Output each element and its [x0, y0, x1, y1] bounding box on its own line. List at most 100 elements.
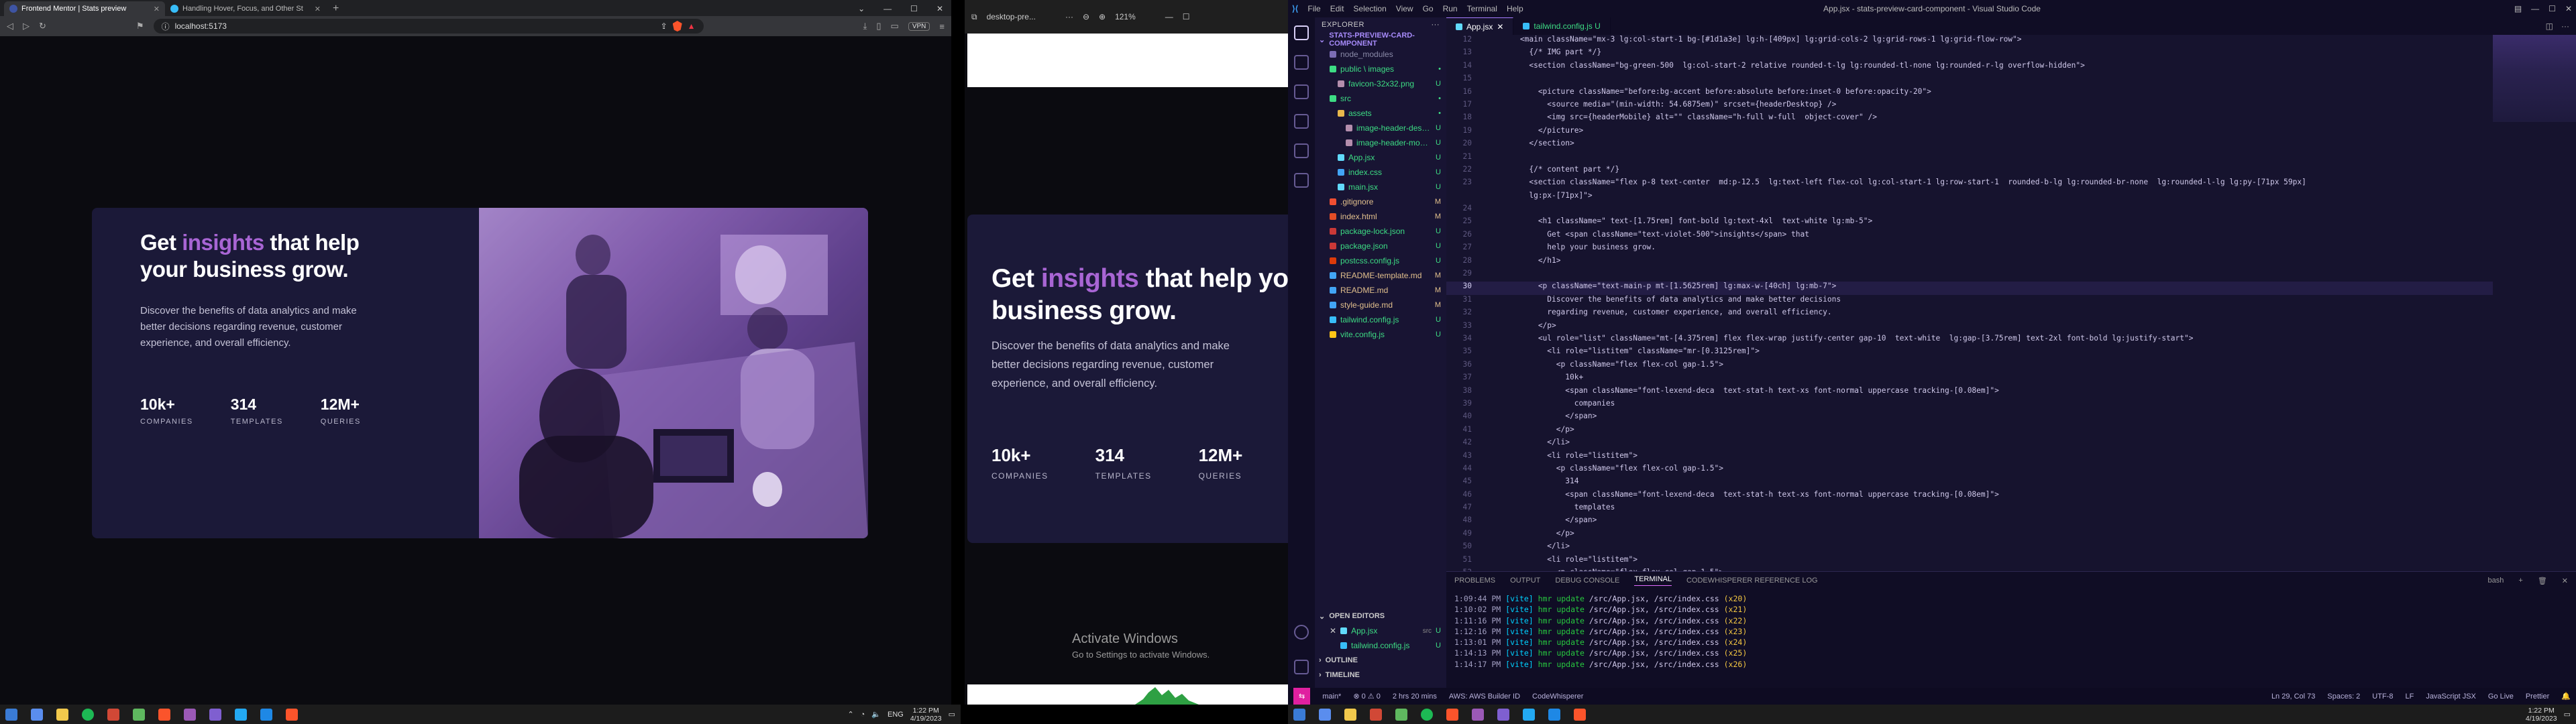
code-line[interactable]: lg:px-[71px]"> — [1446, 191, 2493, 204]
tree-item[interactable]: index.css U — [1315, 165, 1446, 180]
code-editor[interactable]: 12 <main className="mx-3 lg:col-start-1 … — [1446, 35, 2493, 571]
bell-icon[interactable]: 🔔 — [2561, 692, 2571, 701]
search-icon[interactable] — [1294, 55, 1309, 70]
tree-item[interactable]: style-guide.md M — [1315, 298, 1446, 312]
tree-item[interactable]: node_modules — [1315, 47, 1446, 62]
close-window-icon[interactable]: ✕ — [2565, 4, 2572, 13]
bookmark-icon[interactable]: ⚑ — [136, 21, 144, 32]
windows-start-icon[interactable] — [5, 708, 17, 721]
app-icon[interactable] — [133, 708, 145, 721]
spotify-icon[interactable] — [1421, 708, 1433, 721]
minimize-icon[interactable]: — — [883, 4, 892, 13]
close-icon[interactable]: ✕ — [154, 5, 160, 13]
minimap[interactable] — [2493, 35, 2576, 122]
code-line[interactable]: 48 </span> — [1446, 516, 2493, 528]
brave-rewards-icon[interactable]: ▲ — [688, 21, 696, 31]
panel-tab-debug-console[interactable]: DEBUG CONSOLE — [1555, 577, 1619, 585]
code-line[interactable]: 31 Discover the benefits of data analyti… — [1446, 295, 2493, 308]
notifications-icon[interactable]: ▭ — [949, 710, 955, 719]
panel-tab-terminal[interactable]: TERMINAL — [1634, 575, 1672, 586]
remote-explorer-icon[interactable] — [1294, 173, 1309, 188]
close-icon[interactable]: ✕ — [1497, 22, 1503, 32]
minimize-icon[interactable]: — — [2531, 4, 2539, 13]
code-line[interactable]: 43 <li role="listitem"> — [1446, 451, 2493, 464]
vpn-button[interactable]: VPN — [908, 21, 930, 31]
status-eol[interactable]: LF — [2405, 692, 2414, 701]
code-line[interactable]: 45 314 — [1446, 477, 2493, 489]
app-icon[interactable] — [1548, 708, 1560, 721]
panel-tab-problems[interactable]: PROBLEMS — [1454, 577, 1495, 585]
code-line[interactable]: 27 help your business grow. — [1446, 243, 2493, 255]
tree-item[interactable]: package.json U — [1315, 239, 1446, 253]
status-encoding[interactable]: UTF-8 — [2372, 692, 2393, 701]
chevron-down-icon[interactable]: ⌄ — [858, 4, 865, 13]
code-line[interactable]: 42 </li> — [1446, 438, 2493, 450]
status-indent[interactable]: Spaces: 2 — [2327, 692, 2360, 701]
code-line[interactable]: 35 <li role="listitem" className="mr-[0.… — [1446, 347, 2493, 359]
app-icon[interactable] — [1395, 708, 1407, 721]
tab-app-jsx[interactable]: App.jsx ✕ — [1446, 17, 1514, 35]
zoom-in-icon[interactable]: ⊕ — [1099, 12, 1106, 21]
code-line[interactable]: 16 <picture className="before:bg-accent … — [1446, 87, 2493, 100]
sidebar-icon[interactable]: ▯ — [876, 21, 881, 32]
code-line[interactable]: 15 — [1446, 74, 2493, 86]
code-line[interactable]: 23 <section className="flex p-8 text-cen… — [1446, 178, 2493, 190]
volume-icon[interactable]: 🔈 — [871, 710, 881, 719]
open-editors-section[interactable]: ⌄ OPEN EDITORS — [1315, 609, 1446, 623]
tree-item[interactable]: README-template.md M — [1315, 268, 1446, 283]
tree-item[interactable]: public \ images • — [1315, 62, 1446, 76]
trash-icon[interactable]: 🗑 — [2538, 577, 2547, 585]
close-icon[interactable]: ✕ — [2562, 577, 2568, 585]
tab-tailwind-config[interactable]: tailwind.config.js U — [1513, 17, 1611, 35]
tree-item[interactable]: image-header-desktop.jpg U — [1315, 121, 1446, 135]
outline-section[interactable]: › OUTLINE — [1315, 653, 1446, 668]
code-line[interactable]: 47 templates — [1446, 503, 2493, 516]
new-tab-button[interactable]: + — [326, 3, 345, 16]
status-branch[interactable]: main* — [1322, 692, 1341, 701]
tree-item[interactable]: index.html M — [1315, 209, 1446, 224]
close-icon[interactable]: ✕ — [1330, 626, 1336, 636]
code-line[interactable]: 38 <span className="font-lexend-deca tex… — [1446, 386, 2493, 399]
menu-help[interactable]: Help — [1507, 4, 1523, 13]
code-line[interactable]: 19 </picture> — [1446, 126, 2493, 139]
new-terminal-icon[interactable]: + — [2518, 577, 2522, 585]
code-line[interactable]: 18 <img src={headerMobile} alt="" classN… — [1446, 113, 2493, 125]
source-control-icon[interactable] — [1294, 84, 1309, 99]
code-line[interactable]: 51 <li role="listitem"> — [1446, 555, 2493, 568]
open-editor-item[interactable]: tailwind.config.js U — [1315, 638, 1446, 653]
share-icon[interactable]: ⇪ — [661, 21, 667, 31]
code-line[interactable]: 33 </p> — [1446, 321, 2493, 334]
app-icon[interactable] — [107, 708, 119, 721]
spotify-icon[interactable] — [82, 708, 94, 721]
app-icon[interactable] — [1472, 708, 1484, 721]
timeline-section[interactable]: › TIMELINE — [1315, 668, 1446, 682]
tray-chevron-icon[interactable]: ⌃ — [847, 710, 853, 719]
code-line[interactable]: 29 — [1446, 269, 2493, 282]
remote-icon[interactable]: ⇆ — [1293, 688, 1311, 705]
clock[interactable]: 1:22 PM 4/19/2023 — [910, 707, 942, 723]
minimize-icon[interactable]: — — [1165, 12, 1173, 21]
browser-tab-tailwind[interactable]: Handling Hover, Focus, and Other St ✕ — [165, 1, 326, 16]
menu-file[interactable]: File — [1307, 4, 1320, 13]
language-indicator[interactable]: ENG — [888, 711, 904, 719]
code-line[interactable]: 26 Get <span className="text-violet-500"… — [1446, 230, 2493, 243]
windows-start-icon[interactable] — [1293, 708, 1305, 721]
status-language[interactable]: JavaScript JSX — [2426, 692, 2476, 701]
menu-edit[interactable]: Edit — [1330, 4, 1344, 13]
file-explorer-icon[interactable] — [1344, 708, 1356, 721]
tree-item[interactable]: favicon-32x32.png U — [1315, 76, 1446, 91]
tree-item[interactable]: vite.config.js U — [1315, 327, 1446, 342]
tree-item[interactable]: assets • — [1315, 106, 1446, 121]
more-icon[interactable]: ··· — [1065, 12, 1073, 21]
code-line[interactable]: 22 {/* content part */} — [1446, 165, 2493, 178]
tree-item[interactable]: .gitignore M — [1315, 194, 1446, 209]
code-line[interactable]: 49 </p> — [1446, 529, 2493, 542]
close-icon[interactable]: ✕ — [315, 5, 321, 13]
notifications-icon[interactable]: ▭ — [2564, 710, 2571, 719]
close-window-icon[interactable]: ✕ — [936, 4, 943, 13]
code-line[interactable]: 39 companies — [1446, 399, 2493, 412]
more-icon[interactable]: ··· — [2561, 21, 2569, 31]
code-line[interactable]: 37 10k+ — [1446, 373, 2493, 385]
status-time[interactable]: 2 hrs 20 mins — [1393, 692, 1437, 701]
file-explorer-icon[interactable] — [56, 708, 68, 721]
